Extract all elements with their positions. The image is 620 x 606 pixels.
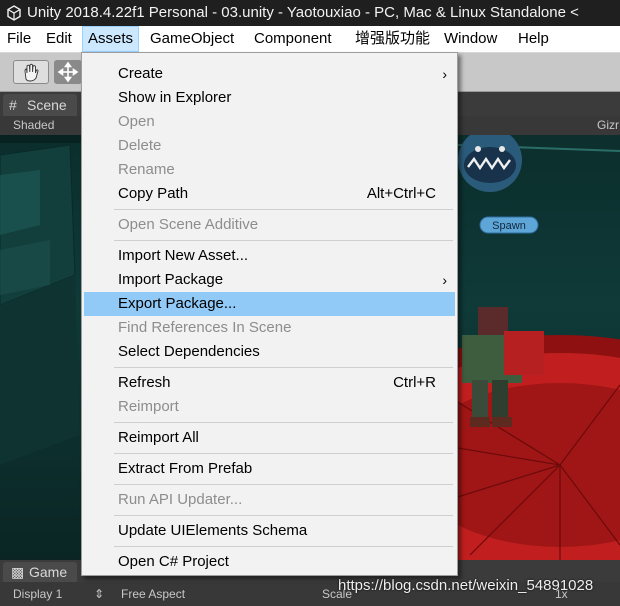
game-tab-label: Game — [29, 564, 68, 580]
menu-item-label: Import Package — [118, 271, 224, 288]
scene-grid-icon: # — [9, 97, 17, 113]
menu-assets[interactable]: Assets — [82, 26, 140, 52]
menu-item-label: Open C# Project — [118, 553, 229, 570]
menu-item-label: Export Package... — [118, 295, 237, 312]
menu-item-open-scene-additive: Open Scene Additive — [84, 213, 455, 237]
menu-item-show-in-explorer[interactable]: Show in Explorer — [84, 86, 455, 110]
menu-separator — [114, 240, 453, 241]
menu-help[interactable]: Help — [518, 26, 549, 52]
menu-item-label: Reimport — [118, 398, 179, 415]
menu-item-select-dependencies[interactable]: Select Dependencies — [84, 340, 455, 364]
menu-item-run-api-updater: Run API Updater... — [84, 488, 455, 512]
menu-item-label: Run API Updater... — [118, 491, 243, 508]
menu-item-reimport-all[interactable]: Reimport All — [84, 426, 455, 450]
menu-item-export-package[interactable]: Export Package... — [84, 292, 455, 316]
menu-file[interactable]: File — [7, 26, 31, 52]
menu-item-shortcut: Ctrl+R — [393, 374, 436, 391]
menu-item-label: Select Dependencies — [118, 343, 260, 360]
shading-mode-dropdown[interactable]: Shaded — [13, 116, 54, 135]
spawn-label: Spawn — [492, 220, 526, 232]
move-arrows-icon — [57, 61, 79, 83]
menu-separator — [114, 422, 453, 423]
menu-separator — [114, 453, 453, 454]
menu-item-open: Open — [84, 110, 455, 134]
menu-item-shortcut: Alt+Ctrl+C — [366, 185, 436, 202]
menu-item-import-package[interactable]: Import Package › — [84, 268, 455, 292]
menu-separator — [114, 515, 453, 516]
menu-item-label: Copy Path — [118, 185, 189, 202]
aspect-dropdown[interactable]: Free Aspect — [121, 582, 185, 606]
watermark: https://blog.csdn.net/weixin_54891028 — [338, 577, 594, 594]
menu-item-label: Refresh — [118, 374, 171, 391]
menu-item-copy-path[interactable]: Copy Path Alt+Ctrl+C — [84, 182, 455, 206]
menu-enhanced-features[interactable]: 增强版功能 — [355, 26, 430, 52]
menu-separator — [114, 484, 453, 485]
menu-item-extract-from-prefab[interactable]: Extract From Prefab — [84, 457, 455, 481]
game-controller-icon: ▩ — [11, 564, 25, 580]
menu-item-label: Rename — [118, 161, 175, 178]
scene-tab-label: Scene — [27, 97, 67, 113]
menu-item-delete: Delete — [84, 134, 455, 158]
menu-item-label: Show in Explorer — [118, 89, 232, 106]
unity-logo-icon — [7, 5, 21, 21]
hand-tool-button[interactable] — [13, 60, 49, 84]
menu-item-import-new-asset[interactable]: Import New Asset... — [84, 244, 455, 268]
menu-item-find-references-in-scene: Find References In Scene — [84, 316, 455, 340]
menu-separator — [114, 546, 453, 547]
menu-item-update-uielements-schema[interactable]: Update UIElements Schema — [84, 519, 455, 543]
gizmos-dropdown[interactable]: Gizr — [597, 116, 619, 135]
menu-item-label: Extract From Prefab — [118, 460, 253, 477]
menu-component[interactable]: Component — [254, 26, 332, 52]
menu-item-label: Reimport All — [118, 429, 199, 446]
menu-item-refresh[interactable]: Refresh Ctrl+R — [84, 371, 455, 395]
menu-gameobject[interactable]: GameObject — [150, 26, 234, 52]
title-bar: Unity 2018.4.22f1 Personal - 03.unity - … — [0, 0, 620, 26]
menu-edit[interactable]: Edit — [46, 26, 72, 52]
menu-item-label: Update UIElements Schema — [118, 522, 308, 539]
menu-item-reimport: Reimport — [84, 395, 455, 419]
scene-tab[interactable]: # Scene — [3, 94, 77, 116]
menu-separator — [114, 367, 453, 368]
menu-item-label: Import New Asset... — [118, 247, 249, 264]
display-dropdown-arrow-icon: ⇕ — [94, 587, 105, 601]
menu-window[interactable]: Window — [444, 26, 497, 52]
game-tab[interactable]: ▩ Game — [3, 562, 77, 582]
menu-separator — [114, 209, 453, 210]
menu-item-label: Find References In Scene — [118, 319, 292, 336]
menu-item-open-csharp-project[interactable]: Open C# Project — [84, 550, 455, 574]
menu-item-label: Create — [118, 65, 164, 82]
menu-item-label: Delete — [118, 137, 162, 154]
display-dropdown[interactable]: Display 1 — [13, 582, 62, 606]
menu-item-label: Open — [118, 113, 155, 130]
hand-icon — [24, 63, 39, 82]
menu-item-create[interactable]: Create › — [84, 62, 455, 86]
chevron-right-icon: › — [442, 272, 447, 288]
chevron-right-icon: › — [442, 66, 447, 82]
menu-item-rename: Rename — [84, 158, 455, 182]
menu-bar: File Edit Assets GameObject Component 增强… — [0, 26, 620, 53]
menu-item-label: Open Scene Additive — [118, 216, 259, 233]
assets-menu: Create › Show in Explorer Open Delete Re… — [81, 52, 458, 576]
window-title: Unity 2018.4.22f1 Personal - 03.unity - … — [27, 4, 579, 21]
move-tool-button[interactable] — [54, 60, 82, 84]
